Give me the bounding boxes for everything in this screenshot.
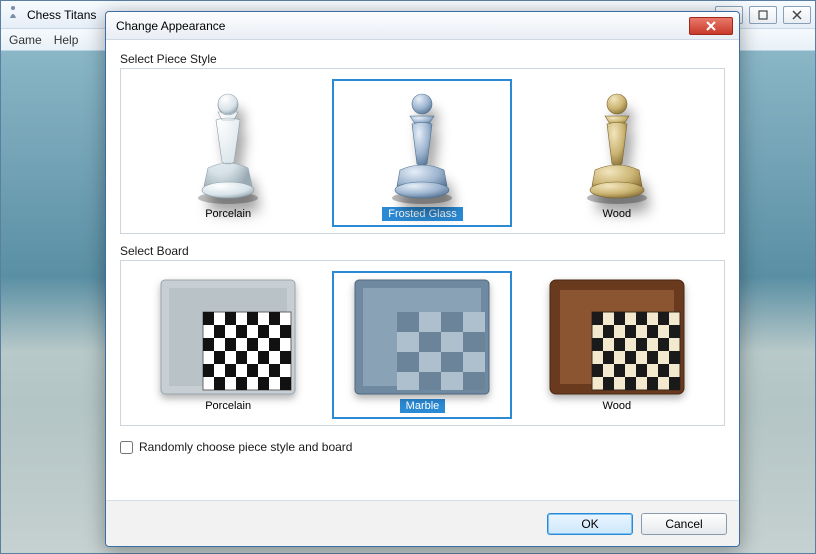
maximize-button[interactable] xyxy=(749,6,777,24)
board-caption-porcelain: Porcelain xyxy=(199,399,257,413)
board-icon xyxy=(353,278,491,396)
random-checkbox[interactable] xyxy=(120,441,133,454)
close-button[interactable] xyxy=(783,6,811,24)
board-preview-porcelain xyxy=(158,277,298,397)
board-option-wood[interactable]: Wood xyxy=(527,271,707,419)
ok-button[interactable]: OK xyxy=(547,513,633,535)
change-appearance-dialog: Change Appearance Select Piece Style xyxy=(105,11,740,547)
random-checkbox-label: Randomly choose piece style and board xyxy=(139,440,352,454)
cancel-button[interactable]: Cancel xyxy=(641,513,727,535)
piece-style-section: Select Piece Style Porcelain xyxy=(120,52,725,234)
board-icon xyxy=(548,278,686,396)
menu-game[interactable]: Game xyxy=(9,33,42,47)
dialog-title: Change Appearance xyxy=(116,19,689,33)
board-section: Select Board xyxy=(120,244,725,426)
app-icon xyxy=(5,4,21,25)
piece-preview-wood xyxy=(542,85,692,205)
board-preview-wood xyxy=(547,277,687,397)
piece-option-frosted-glass[interactable]: Frosted Glass xyxy=(332,79,512,227)
board-icon xyxy=(159,278,297,396)
pawn-icon xyxy=(577,90,657,205)
piece-caption-wood: Wood xyxy=(597,207,638,221)
board-caption-wood: Wood xyxy=(597,399,638,413)
dialog-body: Select Piece Style Porcelain xyxy=(106,40,739,500)
board-label: Select Board xyxy=(120,244,725,258)
board-option-marble[interactable]: Marble xyxy=(332,271,512,419)
piece-preview-porcelain xyxy=(153,85,303,205)
piece-preview-frosted-glass xyxy=(347,85,497,205)
piece-caption-frosted-glass: Frosted Glass xyxy=(382,207,462,221)
dialog-titlebar: Change Appearance xyxy=(106,12,739,40)
dialog-footer: OK Cancel xyxy=(106,500,739,546)
close-icon xyxy=(705,21,717,31)
menu-help[interactable]: Help xyxy=(54,33,79,47)
pawn-icon xyxy=(382,90,462,205)
board-options: Porcelain xyxy=(120,260,725,426)
board-caption-marble: Marble xyxy=(400,399,446,413)
random-checkbox-row[interactable]: Randomly choose piece style and board xyxy=(120,440,725,454)
board-preview-marble xyxy=(352,277,492,397)
board-option-porcelain[interactable]: Porcelain xyxy=(138,271,318,419)
piece-caption-porcelain: Porcelain xyxy=(199,207,257,221)
piece-style-label: Select Piece Style xyxy=(120,52,725,66)
piece-style-options: Porcelain Frosted xyxy=(120,68,725,234)
pawn-icon xyxy=(188,90,268,205)
dialog-close-button[interactable] xyxy=(689,17,733,35)
piece-option-wood[interactable]: Wood xyxy=(527,79,707,227)
piece-option-porcelain[interactable]: Porcelain xyxy=(138,79,318,227)
